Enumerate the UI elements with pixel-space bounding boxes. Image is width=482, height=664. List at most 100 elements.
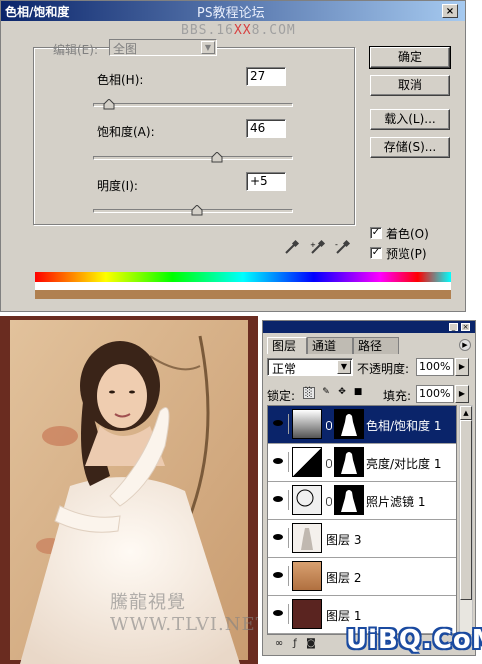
fill-arrow-icon[interactable]: ▶ [455,385,469,403]
layer-thumbnail[interactable] [292,561,322,591]
mask-thumbnail[interactable] [334,409,364,439]
lightness-slider-thumb[interactable] [191,205,203,216]
layer-row[interactable]: 图层 3 [268,520,456,558]
eyedropper-minus-icon[interactable]: - [335,239,351,255]
scroll-thumb[interactable] [460,420,472,600]
preview-checkbox[interactable]: ✓ [370,247,382,259]
blend-mode-select[interactable]: 正常 ▼ [267,358,353,376]
eyedropper-plus-icon[interactable]: + [310,239,326,255]
svg-text:-: - [335,240,338,249]
panel-titlebar[interactable]: _ × [263,321,475,333]
layers-panel: _ × 图层 通道 路径 ▶ 正常 ▼ 不透明度: 100% ▶ 锁定: ░ ✎… [262,320,476,656]
layer-row[interactable]: 色相/饱和度 1 [268,406,456,444]
fill-input[interactable]: 100% [416,385,454,403]
photo-watermark: 騰龍視覺WWW.TLVI.NET [110,592,258,635]
opacity-label: 不透明度: [357,362,410,376]
lock-pixels-icon[interactable]: ✎ [320,387,332,399]
site-watermark: UiBQ.CoM [346,625,482,655]
lock-label: 锁定: [267,389,296,403]
adjustment-thumbnail[interactable] [292,447,322,477]
watermark-prefix: BBS.16 [181,23,234,38]
lock-transparency-icon[interactable]: ░ [303,387,315,399]
spectrum-gap [35,282,451,290]
watermark-red: XX [233,23,252,38]
link-icon[interactable] [326,459,332,468]
lock-position-icon[interactable]: ✥ [336,387,348,399]
layer-name[interactable]: 亮度/对比度 1 [366,455,442,472]
eye-icon[interactable] [270,490,289,510]
svg-text:+: + [310,241,316,249]
layer-name[interactable]: 照片滤镜 1 [366,493,425,510]
ok-button[interactable]: 确定 [369,46,451,69]
opacity-input[interactable]: 100% [416,358,454,376]
eye-icon[interactable] [270,414,289,434]
layer-name[interactable]: 图层 3 [326,531,361,548]
layer-row[interactable]: 图层 2 [268,558,456,596]
eye-icon[interactable] [270,566,289,586]
colorize-label[interactable]: 着色(O) [386,225,429,242]
load-button[interactable]: 载入(L)... [370,109,450,130]
dialog-titlebar[interactable]: 色相/饱和度 PS教程论坛 × [1,1,465,21]
hue-slider-thumb[interactable] [103,99,115,110]
tab-channels[interactable]: 通道 [307,337,353,354]
eye-icon[interactable] [270,604,289,624]
eye-icon[interactable] [270,528,289,548]
layer-name[interactable]: 色相/饱和度 1 [366,417,442,434]
lightness-label: 明度(I): [97,179,138,193]
hue-saturation-dialog: 色相/饱和度 PS教程论坛 × BBS.16XX8.COM 编辑(E): 全图 … [0,0,466,312]
tab-paths[interactable]: 路径 [353,337,399,354]
layer-name[interactable]: 图层 1 [326,607,361,624]
layers-scrollbar[interactable]: ▲ [459,405,473,635]
saturation-slider-track[interactable] [93,156,293,160]
fill-label: 填充: [383,389,412,403]
chevron-down-icon[interactable]: ▼ [337,360,351,374]
mask-thumbnail[interactable] [334,447,364,477]
link-layers-icon[interactable]: ∞ [273,639,285,649]
adjustment-thumbnail[interactable] [292,409,322,439]
link-icon[interactable] [326,421,332,430]
mask-thumbnail[interactable] [334,485,364,515]
saturation-input[interactable]: 46 [246,119,286,138]
edit-label: 编辑(E): [53,43,98,57]
input-spectrum-bar [35,272,451,282]
cancel-button[interactable]: 取消 [370,75,450,96]
edit-range-select[interactable]: 全图 ▼ [109,39,217,56]
save-button[interactable]: 存储(S)... [370,137,450,158]
dialog-title: 色相/饱和度 [5,5,70,19]
close-button[interactable]: × [442,4,458,18]
panel-menu-icon[interactable]: ▶ [459,339,471,351]
layer-style-icon[interactable]: ƒ [289,639,301,649]
saturation-slider-thumb[interactable] [211,152,223,163]
scroll-up-icon[interactable]: ▲ [460,406,472,420]
hue-label: 色相(H): [97,73,144,87]
layer-thumbnail[interactable] [292,523,322,553]
adjustment-thumbnail[interactable] [292,485,322,515]
preview-label[interactable]: 预览(P) [386,245,427,262]
chevron-down-icon[interactable]: ▼ [201,41,215,54]
colorize-checkbox[interactable]: ✓ [370,227,382,239]
layer-thumbnail[interactable] [292,599,322,629]
layer-name[interactable]: 图层 2 [326,569,361,586]
eyedropper-icon[interactable] [284,239,300,255]
saturation-label: 饱和度(A): [97,125,155,139]
add-mask-icon[interactable]: ◙ [305,639,317,649]
adjust-group-box [33,47,355,225]
minimize-icon[interactable]: _ [449,323,458,331]
bride-photo: 騰龍視覺WWW.TLVI.NET [0,316,258,664]
blend-mode-value: 正常 [272,362,297,376]
opacity-arrow-icon[interactable]: ▶ [455,358,469,376]
edit-range-value: 全图 [113,42,138,56]
hue-slider-track[interactable] [93,103,293,107]
tab-layers[interactable]: 图层 [267,337,307,354]
close-icon[interactable]: × [461,323,470,331]
link-icon[interactable] [326,497,332,506]
lightness-input[interactable]: +5 [246,172,286,191]
layer-row[interactable]: 亮度/对比度 1 [268,444,456,482]
titlebar-watermark: PS教程论坛 [197,6,265,21]
forum-watermark: BBS.16XX8.COM [181,23,296,38]
layer-row[interactable]: 照片滤镜 1 [268,482,456,520]
eye-icon[interactable] [270,452,289,472]
watermark-suffix: 8.COM [251,23,296,38]
lock-all-icon[interactable]: ■ [352,387,364,399]
hue-input[interactable]: 27 [246,67,286,86]
